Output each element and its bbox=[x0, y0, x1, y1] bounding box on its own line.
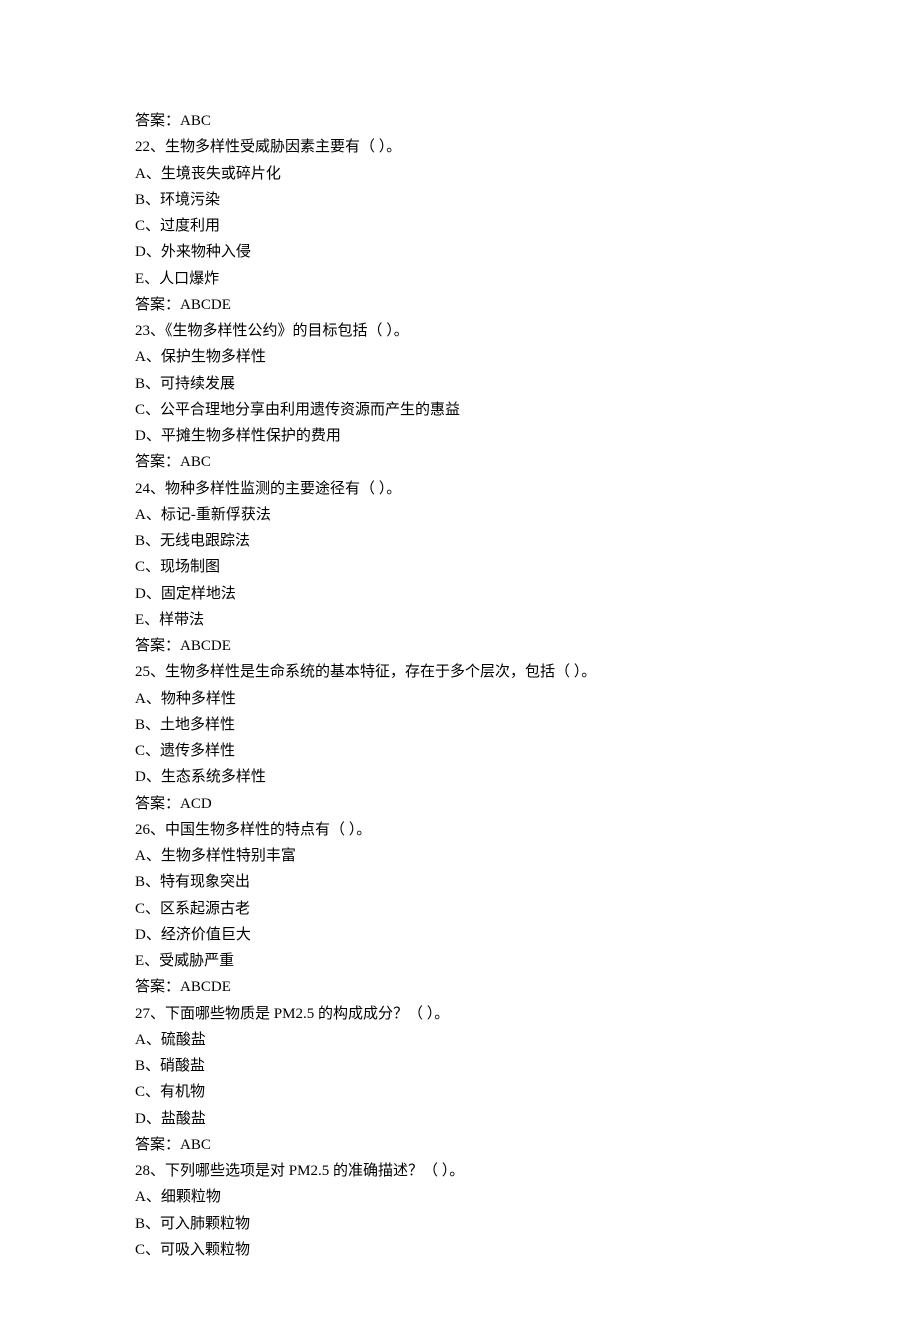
text-line: 答案：ABC bbox=[135, 108, 785, 134]
text-line: E、样带法 bbox=[135, 607, 785, 633]
text-line: 答案：ABCDE bbox=[135, 292, 785, 318]
text-line: C、公平合理地分享由利用遗传资源而产生的惠益 bbox=[135, 397, 785, 423]
text-line: B、可入肺颗粒物 bbox=[135, 1211, 785, 1237]
text-line: D、外来物种入侵 bbox=[135, 239, 785, 265]
text-line: B、特有现象突出 bbox=[135, 869, 785, 895]
text-line: 24、物种多样性监测的主要途径有（ ）。 bbox=[135, 476, 785, 502]
text-line: D、盐酸盐 bbox=[135, 1106, 785, 1132]
text-line: B、无线电跟踪法 bbox=[135, 528, 785, 554]
text-line: A、生物多样性特别丰富 bbox=[135, 843, 785, 869]
text-line: B、土地多样性 bbox=[135, 712, 785, 738]
text-line: A、生境丧失或碎片化 bbox=[135, 161, 785, 187]
text-line: 25、生物多样性是生命系统的基本特征，存在于多个层次，包括（ ）。 bbox=[135, 659, 785, 685]
text-line: E、受威胁严重 bbox=[135, 948, 785, 974]
text-line: C、现场制图 bbox=[135, 554, 785, 580]
text-line: 23、《生物多样性公约》的目标包括（ ）。 bbox=[135, 318, 785, 344]
text-line: D、生态系统多样性 bbox=[135, 764, 785, 790]
text-line: 答案：ACD bbox=[135, 791, 785, 817]
text-line: A、细颗粒物 bbox=[135, 1184, 785, 1210]
text-line: 28、下列哪些选项是对 PM2.5 的准确描述？（ ）。 bbox=[135, 1158, 785, 1184]
text-line: C、可吸入颗粒物 bbox=[135, 1237, 785, 1263]
text-line: A、物种多样性 bbox=[135, 686, 785, 712]
text-line: 答案：ABCDE bbox=[135, 633, 785, 659]
text-line: D、固定样地法 bbox=[135, 581, 785, 607]
text-line: C、区系起源古老 bbox=[135, 896, 785, 922]
text-line: 答案：ABCDE bbox=[135, 974, 785, 1000]
text-line: E、人口爆炸 bbox=[135, 266, 785, 292]
content-body: 答案：ABC22、生物多样性受威胁因素主要有（ ）。A、生境丧失或碎片化B、环境… bbox=[135, 108, 785, 1263]
text-line: C、有机物 bbox=[135, 1079, 785, 1105]
text-line: 27、下面哪些物质是 PM2.5 的构成成分？（ ）。 bbox=[135, 1001, 785, 1027]
text-line: C、遗传多样性 bbox=[135, 738, 785, 764]
text-line: B、可持续发展 bbox=[135, 371, 785, 397]
text-line: A、硫酸盐 bbox=[135, 1027, 785, 1053]
text-line: D、平摊生物多样性保护的费用 bbox=[135, 423, 785, 449]
text-line: C、过度利用 bbox=[135, 213, 785, 239]
text-line: 22、生物多样性受威胁因素主要有（ ）。 bbox=[135, 134, 785, 160]
text-line: 答案：ABC bbox=[135, 1132, 785, 1158]
document-page: 答案：ABC22、生物多样性受威胁因素主要有（ ）。A、生境丧失或碎片化B、环境… bbox=[0, 0, 920, 1323]
text-line: A、保护生物多样性 bbox=[135, 344, 785, 370]
text-line: B、环境污染 bbox=[135, 187, 785, 213]
text-line: D、经济价值巨大 bbox=[135, 922, 785, 948]
text-line: 答案：ABC bbox=[135, 449, 785, 475]
text-line: B、硝酸盐 bbox=[135, 1053, 785, 1079]
text-line: 26、中国生物多样性的特点有（ ）。 bbox=[135, 817, 785, 843]
text-line: A、标记-重新俘获法 bbox=[135, 502, 785, 528]
